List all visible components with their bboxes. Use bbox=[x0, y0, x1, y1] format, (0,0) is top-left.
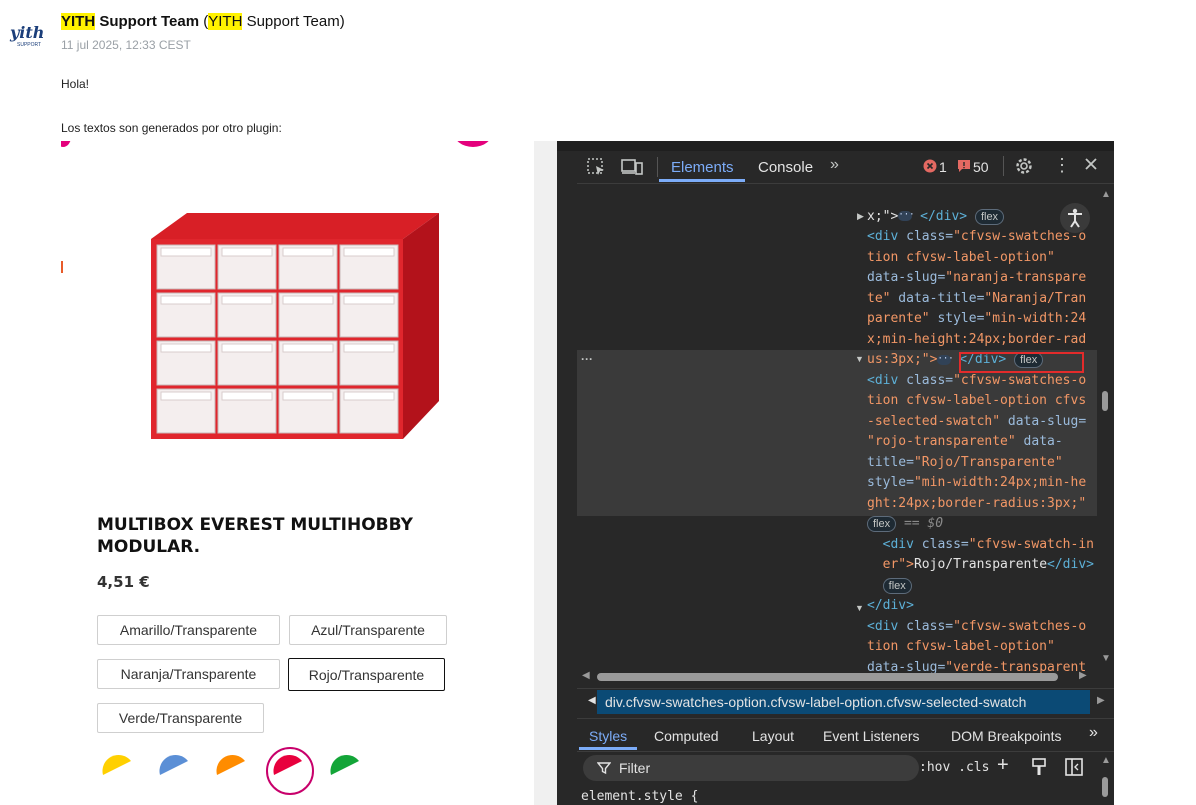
sender-highlight: YITH bbox=[61, 13, 96, 30]
product-price: 4,51 € bbox=[97, 573, 150, 591]
color-swatch-dot[interactable] bbox=[216, 754, 245, 775]
dom-line[interactable]: </div> bbox=[867, 596, 1094, 617]
toggle-sidebar-icon[interactable] bbox=[1065, 758, 1083, 781]
filter-icon bbox=[596, 761, 612, 780]
styles-vscroll-thumb[interactable] bbox=[1102, 777, 1108, 797]
issues-count[interactable]: 50 bbox=[973, 159, 989, 175]
tab-computed[interactable]: Computed bbox=[654, 728, 719, 744]
scroll-up-icon[interactable]: ▲ bbox=[1101, 189, 1111, 200]
drawer-handle bbox=[282, 343, 334, 353]
drawer-handle bbox=[343, 343, 395, 353]
dom-line-selected[interactable]: <div class="cfvsw-swatches-o bbox=[867, 371, 1094, 392]
inspect-icon[interactable] bbox=[587, 158, 607, 181]
devtools-toolbar: Elements Console » 1 50 ⋮ bbox=[577, 151, 1114, 184]
hov-cls-toggles[interactable]: :hov .cls bbox=[919, 760, 989, 775]
tab-elements[interactable]: Elements bbox=[671, 159, 734, 176]
error-count[interactable]: 1 bbox=[939, 159, 947, 175]
color-swatch-dot[interactable] bbox=[330, 754, 359, 775]
dom-tree: x;">··· </div> flex <div class="cfvsw-swa… bbox=[867, 208, 1094, 675]
styles-scroll-up-icon[interactable]: ▲ bbox=[1101, 755, 1111, 766]
swatch-rojo-selected[interactable]: Rojo/Transparente bbox=[288, 658, 445, 691]
drawer-handle bbox=[282, 295, 334, 305]
dom-hscroll-thumb[interactable] bbox=[597, 673, 1058, 681]
drawer-handle bbox=[221, 391, 273, 401]
dom-vscroll-thumb[interactable] bbox=[1102, 391, 1108, 411]
drawer-handle bbox=[343, 295, 395, 305]
tab-styles[interactable]: Styles bbox=[589, 728, 627, 744]
more-options-icon[interactable]: ⋮ bbox=[1053, 155, 1071, 176]
swatch-amarillo[interactable]: Amarillo/Transparente bbox=[97, 615, 280, 645]
drawer-handle bbox=[160, 391, 212, 401]
collapse-arrow-icon[interactable]: ▼ bbox=[855, 603, 864, 613]
logo-text: yith bbox=[9, 24, 44, 42]
tab-dom-breakpoints[interactable]: DOM Breakpoints bbox=[951, 728, 1061, 744]
node-ellipsis-menu[interactable]: ··· bbox=[581, 352, 593, 366]
styles-tabbar: Styles Computed Layout Event Listeners D… bbox=[577, 718, 1114, 752]
paint-brush-icon[interactable] bbox=[1031, 758, 1047, 781]
decorative-mark bbox=[61, 261, 63, 273]
email-body-text: Los textos son generados por otro plugin… bbox=[61, 121, 282, 135]
email-date: 11 jul 2025, 12:33 CEST bbox=[61, 38, 191, 52]
swatch-azul[interactable]: Azul/Transparente bbox=[289, 615, 447, 645]
scroll-down-icon[interactable]: ▼ bbox=[1101, 653, 1111, 664]
device-toolbar-icon[interactable] bbox=[621, 158, 643, 181]
expand-arrow-icon[interactable]: ▶ bbox=[857, 211, 864, 222]
drawer-handle bbox=[160, 247, 212, 257]
color-swatch-dot[interactable] bbox=[273, 754, 302, 775]
yith-logo: yith SUPPORT bbox=[8, 23, 48, 50]
email-greeting: Hola! bbox=[61, 77, 90, 91]
more-tabs-icon[interactable]: » bbox=[1089, 724, 1098, 742]
add-rule-icon[interactable]: + bbox=[997, 754, 1009, 777]
tab-layout[interactable]: Layout bbox=[752, 728, 794, 744]
dom-line[interactable]: <div class="cfvsw-swatch-in bbox=[867, 535, 1094, 556]
sender-name: Support Team bbox=[95, 13, 200, 30]
settings-gear-icon[interactable] bbox=[1014, 156, 1034, 181]
accessibility-icon[interactable] bbox=[1060, 203, 1090, 233]
drawer-handle bbox=[343, 391, 395, 401]
more-tabs-icon[interactable]: » bbox=[830, 156, 839, 174]
filter-placeholder: Filter bbox=[619, 760, 651, 776]
issues-icon[interactable] bbox=[957, 159, 971, 178]
drawer-handle bbox=[343, 247, 395, 257]
drawer-handle bbox=[282, 247, 334, 257]
swatch-naranja[interactable]: Naranja/Transparente bbox=[97, 659, 280, 689]
page-scrollbar-track[interactable] bbox=[534, 141, 557, 805]
color-swatch-dot[interactable] bbox=[102, 754, 131, 775]
drawer-handle bbox=[160, 295, 212, 305]
highlight-box bbox=[959, 352, 1084, 373]
logo-subtext: SUPPORT bbox=[17, 42, 41, 48]
tab-event-listeners[interactable]: Event Listeners bbox=[823, 728, 920, 744]
drawer-handle bbox=[282, 391, 334, 401]
error-icon[interactable] bbox=[923, 159, 937, 178]
sender-alias: Support Team) bbox=[242, 13, 345, 30]
drawer-handle bbox=[160, 343, 212, 353]
product-title: MULTIBOX EVEREST MULTIHOBBY MODULAR. bbox=[97, 515, 413, 557]
decorative-pink-shape bbox=[61, 141, 71, 147]
drawer-handle bbox=[221, 247, 273, 257]
collapse-arrow-icon[interactable]: ▼ bbox=[855, 354, 864, 364]
element-style-rule[interactable]: element.style { bbox=[581, 789, 698, 804]
scroll-right-icon[interactable]: ▶ bbox=[1079, 670, 1087, 681]
dom-line[interactable]: <div class="cfvsw-swatches-o bbox=[867, 617, 1094, 638]
breadcrumb-right-icon[interactable]: ▶ bbox=[1097, 695, 1105, 706]
product-screenshot: MULTIBOX EVEREST MULTIHOBBY MODULAR. 4,5… bbox=[61, 141, 534, 805]
sender-line: YITH Support Team (YITH Support Team) bbox=[61, 13, 345, 30]
product-image bbox=[151, 213, 439, 439]
swatch-verde[interactable]: Verde/Transparente bbox=[97, 703, 264, 733]
tab-console[interactable]: Console bbox=[758, 159, 813, 176]
decorative-pink-shape bbox=[453, 141, 493, 147]
breadcrumb[interactable]: div.cfvsw-swatches-option.cfvsw-label-op… bbox=[597, 690, 1090, 714]
color-swatches bbox=[102, 747, 359, 795]
drawer-handle bbox=[221, 295, 273, 305]
close-icon[interactable] bbox=[1084, 157, 1098, 176]
drawer-handle bbox=[221, 343, 273, 353]
color-swatch-dot[interactable] bbox=[159, 754, 188, 775]
scroll-left-icon[interactable]: ◀ bbox=[582, 670, 590, 681]
breadcrumb-left-icon[interactable]: ◀ bbox=[588, 695, 596, 706]
sender-alias-highlight: YITH bbox=[208, 13, 243, 30]
devtools-panel: Elements Console » 1 50 ⋮ ··· x;">··· </… bbox=[557, 141, 1114, 805]
